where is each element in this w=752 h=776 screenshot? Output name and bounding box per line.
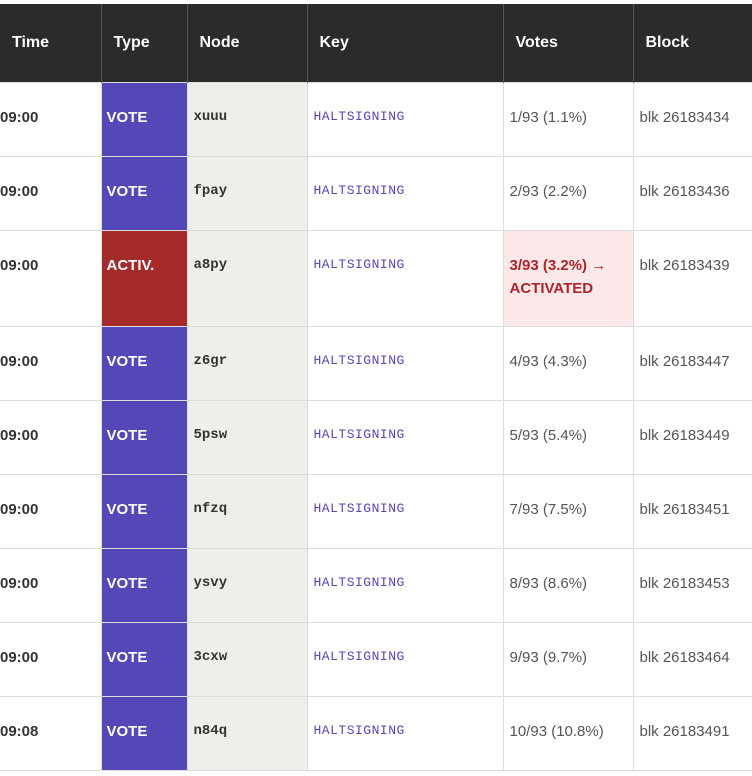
type-badge: VOTE xyxy=(100,325,188,401)
key-cell: HALTSIGNING xyxy=(306,81,504,157)
table-row: 09:00 VOTE 3cxw HALTSIGNING 9/93 (9.7%) … xyxy=(0,621,752,697)
type-badge: VOTE xyxy=(100,473,188,549)
type-badge: VOTE xyxy=(100,695,188,771)
node-cell: z6gr xyxy=(186,325,308,401)
node-cell: nfzq xyxy=(186,473,308,549)
node-cell: 5psw xyxy=(186,399,308,475)
node-cell: 3cxw xyxy=(186,621,308,697)
type-badge: VOTE xyxy=(100,547,188,623)
time-cell: 09:08 xyxy=(0,695,102,771)
key-cell: HALTSIGNING xyxy=(306,547,504,623)
key-cell: HALTSIGNING xyxy=(306,229,504,327)
votes-cell: 9/93 (9.7%) xyxy=(502,621,634,697)
table-row: 09:00 VOTE z6gr HALTSIGNING 4/93 (4.3%) … xyxy=(0,325,752,401)
votes-cell: 8/93 (8.6%) xyxy=(502,547,634,623)
column-header-votes[interactable]: Votes xyxy=(502,4,633,82)
time-cell: 09:00 xyxy=(0,399,102,475)
type-badge: VOTE xyxy=(100,155,188,231)
type-badge: VOTE xyxy=(100,81,188,157)
votes-cell-activated: 3/93 (3.2%) → ACTIVATED xyxy=(502,229,634,327)
block-cell: blk 26183453 xyxy=(632,547,752,623)
node-cell: a8py xyxy=(186,229,308,327)
key-cell: HALTSIGNING xyxy=(306,155,504,231)
key-cell: HALTSIGNING xyxy=(306,621,504,697)
column-header-node[interactable]: Node xyxy=(186,4,307,82)
key-cell: HALTSIGNING xyxy=(306,473,504,549)
column-header-block[interactable]: Block xyxy=(632,4,752,82)
votes-cell: 1/93 (1.1%) xyxy=(502,81,634,157)
table-row: 09:00 VOTE 5psw HALTSIGNING 5/93 (5.4%) … xyxy=(0,399,752,475)
node-cell: xuuu xyxy=(186,81,308,157)
table-row: 09:00 VOTE nfzq HALTSIGNING 7/93 (7.5%) … xyxy=(0,473,752,549)
block-cell: blk 26183451 xyxy=(632,473,752,549)
block-cell: blk 26183491 xyxy=(632,695,752,771)
time-cell: 09:00 xyxy=(0,81,102,157)
votes-cell: 4/93 (4.3%) xyxy=(502,325,634,401)
node-cell: fpay xyxy=(186,155,308,231)
votes-cell: 10/93 (10.8%) xyxy=(502,695,634,771)
time-cell: 09:00 xyxy=(0,473,102,549)
table-row: 09:00 VOTE ysvy HALTSIGNING 8/93 (8.6%) … xyxy=(0,547,752,623)
type-badge: VOTE xyxy=(100,621,188,697)
table-row: 09:00 VOTE xuuu HALTSIGNING 1/93 (1.1%) … xyxy=(0,81,752,157)
table-row: 09:08 VOTE n84q HALTSIGNING 10/93 (10.8%… xyxy=(0,695,752,771)
table-row: 09:00 VOTE fpay HALTSIGNING 2/93 (2.2%) … xyxy=(0,155,752,231)
column-header-type[interactable]: Type xyxy=(100,4,187,82)
block-cell: blk 26183439 xyxy=(632,229,752,327)
table-row-activated: 09:00 ACTIV. a8py HALTSIGNING 3/93 (3.2%… xyxy=(0,229,752,327)
type-badge: VOTE xyxy=(100,399,188,475)
block-cell: blk 26183464 xyxy=(632,621,752,697)
key-cell: HALTSIGNING xyxy=(306,399,504,475)
time-cell: 09:00 xyxy=(0,325,102,401)
column-header-key[interactable]: Key xyxy=(306,4,503,82)
table-header-row: Time Type Node Key Votes Block xyxy=(0,4,752,82)
block-cell: blk 26183447 xyxy=(632,325,752,401)
votes-cell: 5/93 (5.4%) xyxy=(502,399,634,475)
column-header-time[interactable]: Time xyxy=(0,4,101,82)
time-cell: 09:00 xyxy=(0,621,102,697)
block-cell: blk 26183434 xyxy=(632,81,752,157)
votes-table: Time Type Node Key Votes Block 09:00 VOT… xyxy=(0,4,752,771)
type-badge-activated: ACTIV. xyxy=(100,229,188,327)
key-cell: HALTSIGNING xyxy=(306,325,504,401)
node-cell: ysvy xyxy=(186,547,308,623)
votes-cell: 7/93 (7.5%) xyxy=(502,473,634,549)
time-cell: 09:00 xyxy=(0,229,102,327)
block-cell: blk 26183449 xyxy=(632,399,752,475)
node-cell: n84q xyxy=(186,695,308,771)
time-cell: 09:00 xyxy=(0,547,102,623)
time-cell: 09:00 xyxy=(0,155,102,231)
block-cell: blk 26183436 xyxy=(632,155,752,231)
key-cell: HALTSIGNING xyxy=(306,695,504,771)
votes-cell: 2/93 (2.2%) xyxy=(502,155,634,231)
